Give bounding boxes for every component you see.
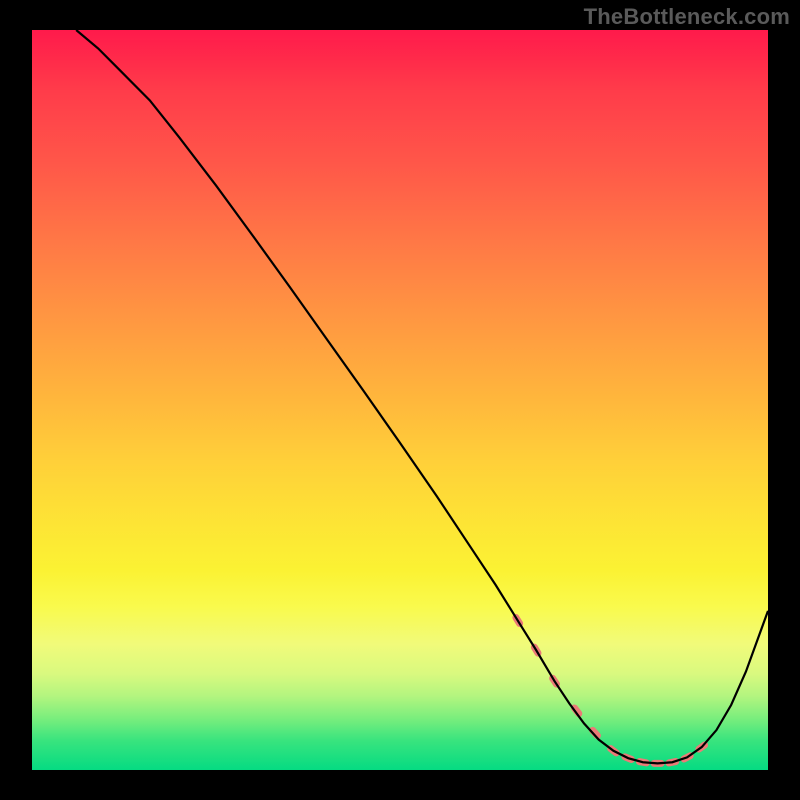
plot-area <box>32 30 768 770</box>
main-curve <box>76 30 768 763</box>
watermark-text: TheBottleneck.com <box>584 4 790 30</box>
chart-svg <box>32 30 768 770</box>
dotted-region <box>511 613 709 767</box>
chart-frame: TheBottleneck.com <box>0 0 800 800</box>
dot-marker <box>588 725 603 740</box>
